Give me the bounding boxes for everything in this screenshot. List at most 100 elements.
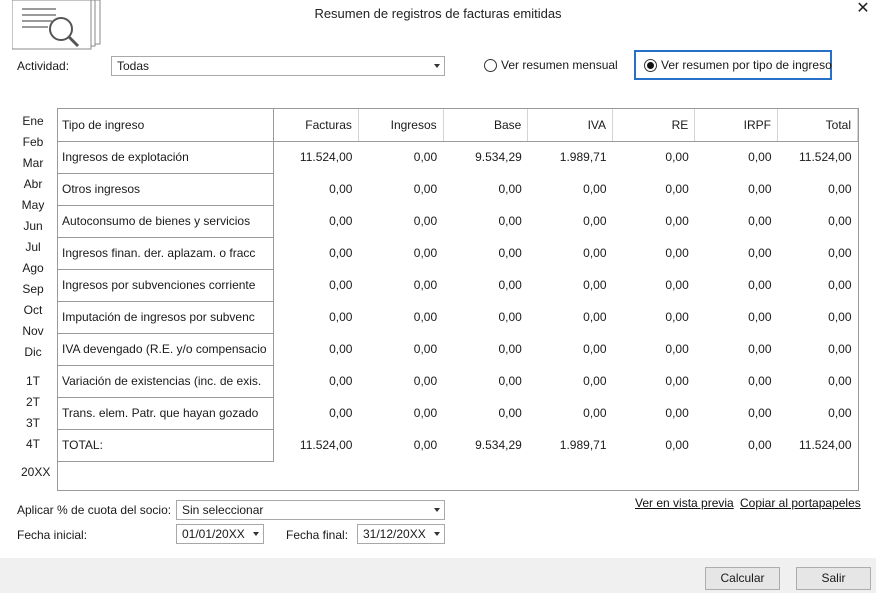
window-title: Resumen de registros de facturas emitida…: [314, 6, 562, 21]
cuota-label: Aplicar % de cuota del socio:: [17, 503, 172, 517]
table-cell: 0,00: [443, 301, 528, 334]
table-cell: 0,00: [694, 141, 778, 174]
table-cell: 0,00: [273, 365, 359, 398]
summary-grid: Tipo de ingreso Facturas Ingresos Base IVA RE…: [57, 108, 859, 491]
table-cell: 0,00: [273, 205, 359, 238]
row-label: Autoconsumo de bienes y servicios: [58, 205, 274, 238]
table-cell: 0,00: [443, 237, 528, 270]
row-label: TOTAL:: [58, 429, 274, 462]
table-cell: 0,00: [777, 269, 858, 302]
ver-vista-previa-link[interactable]: Ver en vista previa: [635, 496, 734, 510]
table-cell: 0,00: [612, 429, 695, 462]
period-month-jun[interactable]: Jun: [21, 219, 45, 233]
table-row[interactable]: IVA devengado (R.E. y/o compensacio 0,00 0…: [58, 333, 858, 366]
table-cell: 11.524,00: [777, 141, 858, 174]
period-month-ago[interactable]: Ago: [21, 261, 45, 275]
table-row[interactable]: Otros ingresos 0,00 0,00 0,00 0,00 0,00 0,00 0,…: [58, 173, 858, 206]
fecha-final-value: 31/12/20XX: [363, 527, 426, 541]
table-cell: 0,00: [612, 269, 695, 302]
column-header: Ingresos: [358, 109, 444, 142]
radio-tipo-label: Ver resumen por tipo de ingreso: [661, 58, 832, 72]
salir-button[interactable]: Salir: [796, 567, 871, 590]
period-month-sep[interactable]: Sep: [21, 282, 45, 296]
radio-mensual-label: Ver resumen mensual: [501, 58, 618, 72]
table-cell: 1.989,71: [527, 429, 613, 462]
period-month-mar[interactable]: Mar: [21, 156, 45, 170]
table-cell: 0,00: [273, 173, 359, 206]
period-month-dic[interactable]: Dic: [21, 345, 45, 359]
fecha-final-label: Fecha final:: [286, 528, 349, 542]
column-header: RE: [612, 109, 696, 142]
row-label: Ingresos finan. der. aplazam. o fracc: [58, 237, 274, 270]
table-row[interactable]: TOTAL: 11.524,00 0,00 9.534,29 1.989,71 0,00 0…: [58, 429, 858, 462]
table-cell: 0,00: [443, 173, 528, 206]
table-cell: 0,00: [694, 429, 778, 462]
table-cell: 0,00: [612, 205, 695, 238]
row-label: IVA devengado (R.E. y/o compensacio: [58, 333, 274, 366]
table-cell: 0,00: [694, 333, 778, 366]
table-cell: 0,00: [273, 237, 359, 270]
table-cell: 0,00: [612, 397, 695, 430]
table-cell: 0,00: [612, 301, 695, 334]
row-label: Variación de existencias (inc. de exis.: [58, 365, 274, 398]
table-cell: 0,00: [694, 173, 778, 206]
row-label: Otros ingresos: [58, 173, 274, 206]
actividad-select[interactable]: Todas: [111, 56, 445, 76]
chevron-down-icon: [434, 64, 440, 68]
period-month-nov[interactable]: Nov: [21, 324, 45, 338]
table-cell: 9.534,29: [443, 429, 528, 462]
copiar-portapapeles-link[interactable]: Copiar al portapapeles: [740, 496, 861, 510]
chevron-down-icon: [253, 532, 259, 536]
fecha-inicial-picker[interactable]: 01/01/20XX: [176, 524, 264, 544]
table-row[interactable]: Autoconsumo de bienes y servicios 0,00 0,0…: [58, 205, 858, 238]
column-header: Tipo de ingreso: [58, 109, 274, 142]
radio-resumen-tipo-ingreso[interactable]: Ver resumen por tipo de ingreso: [644, 55, 832, 75]
table-cell: 0,00: [527, 365, 613, 398]
table-row[interactable]: Ingresos de explotación 11.524,00 0,00 9.53…: [58, 141, 858, 174]
table-row[interactable]: Ingresos finan. der. aplazam. o fracc 0,0…: [58, 237, 858, 270]
table-row[interactable]: Ingresos por subvenciones corriente 0,00 0…: [58, 269, 858, 302]
radio-resumen-mensual[interactable]: Ver resumen mensual: [484, 55, 618, 75]
chevron-down-icon: [434, 532, 440, 536]
period-month-may[interactable]: May: [21, 198, 45, 212]
fecha-inicial-value: 01/01/20XX: [182, 527, 245, 541]
period-month-abr[interactable]: Abr: [21, 177, 45, 191]
table-cell: 0,00: [527, 269, 613, 302]
period-month-ene[interactable]: Ene: [21, 114, 45, 128]
table-cell: 0,00: [527, 237, 613, 270]
radio-tipo-icon: [644, 58, 657, 72]
calcular-button[interactable]: Calcular: [705, 567, 780, 590]
table-row[interactable]: Trans. elem. Patr. que hayan gozado 0,00 0…: [58, 397, 858, 430]
close-icon[interactable]: ✕: [852, 0, 874, 20]
fecha-final-picker[interactable]: 31/12/20XX: [357, 524, 445, 544]
table-cell: 0,00: [527, 173, 613, 206]
table-cell: 0,00: [694, 301, 778, 334]
table-cell: 0,00: [443, 397, 528, 430]
table-row[interactable]: Variación de existencias (inc. de exis. 0…: [58, 365, 858, 398]
table-cell: 0,00: [358, 397, 444, 430]
period-quarter-4t[interactable]: 4T: [21, 437, 45, 451]
period-quarter-1t[interactable]: 1T: [21, 374, 45, 388]
table-cell: 0,00: [358, 269, 444, 302]
period-quarter-3t[interactable]: 3T: [21, 416, 45, 430]
period-quarter-2t[interactable]: 2T: [21, 395, 45, 409]
chevron-down-icon: [434, 508, 440, 512]
row-label: Imputación de ingresos por subvenc: [58, 301, 274, 334]
period-month-feb[interactable]: Feb: [21, 135, 45, 149]
table-cell: 0,00: [777, 365, 858, 398]
row-label: Ingresos por subvenciones corriente: [58, 269, 274, 302]
table-row[interactable]: Imputación de ingresos por subvenc 0,00 0,…: [58, 301, 858, 334]
table-cell: 0,00: [358, 333, 444, 366]
table-cell: 0,00: [694, 269, 778, 302]
table-cell: 0,00: [273, 333, 359, 366]
table-cell: 0,00: [358, 301, 444, 334]
table-cell: 0,00: [777, 397, 858, 430]
period-month-oct[interactable]: Oct: [21, 303, 45, 317]
table-cell: 0,00: [612, 365, 695, 398]
table-cell: 0,00: [527, 205, 613, 238]
cuota-select[interactable]: Sin seleccionar: [176, 500, 445, 520]
period-month-jul[interactable]: Jul: [21, 240, 45, 254]
table-cell: 11.524,00: [273, 141, 359, 174]
period-year[interactable]: 20XX: [21, 465, 50, 479]
table-cell: 0,00: [777, 205, 858, 238]
